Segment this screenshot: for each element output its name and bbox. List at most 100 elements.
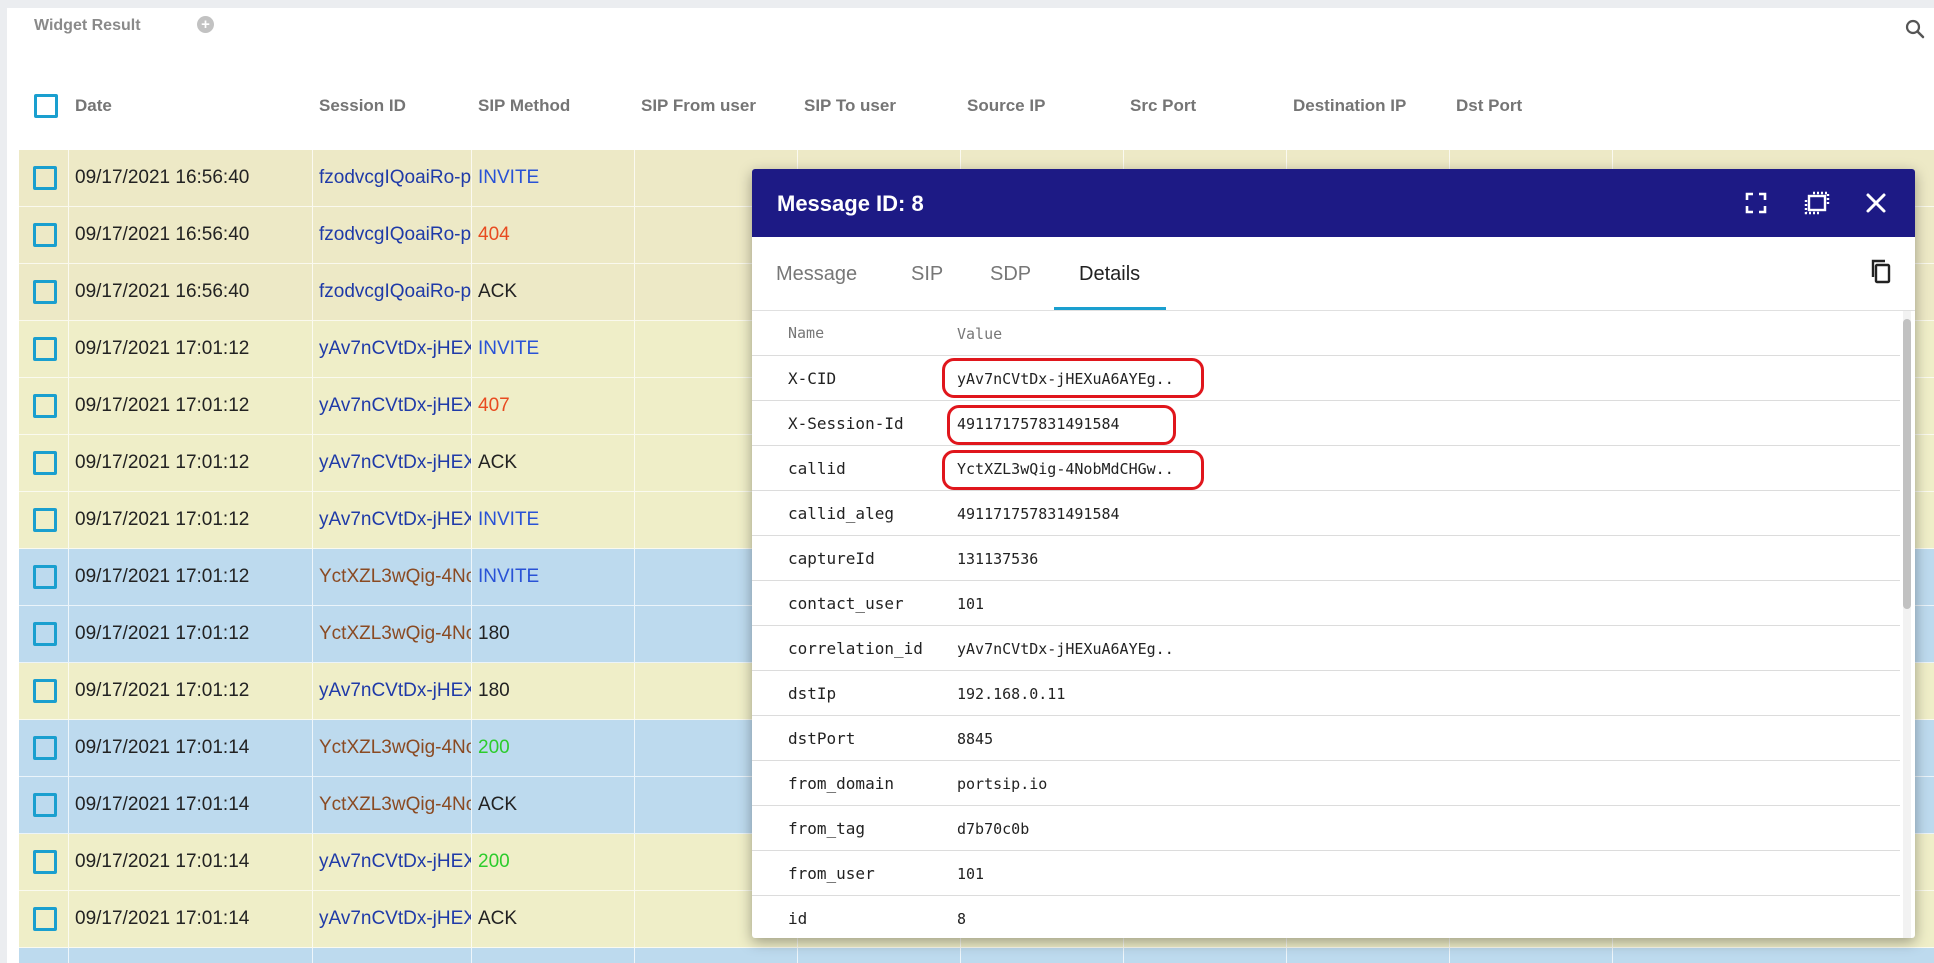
highlight-circle [942, 358, 1204, 398]
detail-value[interactable]: portsip.io [957, 775, 1047, 793]
row-checkbox[interactable] [33, 337, 57, 361]
detail-value[interactable]: 8 [957, 910, 966, 928]
session-id-cell: yAv7nCVtDx-jHEXuA( [313, 492, 472, 548]
destination-ip-cell: 0.0.0.0 [1287, 948, 1450, 963]
details-row: contact_user 101 [752, 581, 1900, 626]
session-id-cell: yAv7nCVtDx-jHEXuA( [313, 834, 472, 890]
column-header-destination-ip[interactable]: Destination IP [1293, 96, 1406, 116]
details-row: from_user 101 [752, 851, 1900, 896]
details-name-header: Name [788, 324, 825, 342]
detail-value[interactable]: 8845 [957, 730, 993, 748]
detail-value[interactable]: 192.168.0.11 [957, 685, 1065, 703]
highlight-circle [942, 450, 1204, 490]
restore-window-icon[interactable] [1802, 189, 1830, 217]
row-checkbox[interactable] [33, 622, 57, 646]
tab-sdp[interactable]: SDP [990, 263, 1031, 286]
add-icon[interactable]: + [197, 16, 214, 33]
search-icon[interactable] [1904, 18, 1926, 40]
detail-name: dstPort [788, 729, 856, 748]
date-cell: 09/17/2021 16:56:40 [69, 207, 313, 263]
detail-name: contact_user [788, 594, 904, 613]
tab-message[interactable]: Message [776, 263, 857, 286]
detail-name: dstIp [788, 684, 837, 703]
sip-method-cell: INVITE [472, 492, 635, 548]
sip-method-cell: 180 [472, 663, 635, 719]
widget-panel: Widget Result + Date Session ID SIP Meth… [7, 8, 1934, 963]
session-id-cell: fzodvcgIQoaiRo-pZX! [313, 207, 472, 263]
detail-value[interactable]: 491171757831491584 [957, 505, 1120, 523]
sip-method-cell: 407 [472, 378, 635, 434]
details-header-row: Name Value [752, 311, 1900, 356]
row-checkbox[interactable] [33, 850, 57, 874]
date-cell: 09/17/2021 17:01:14 [69, 891, 313, 947]
detail-name: callid_aleg [788, 504, 894, 523]
date-cell: 09/17/2021 16:56:40 [69, 264, 313, 320]
session-id-cell: yAv7nCVtDx-jHEXuA( [313, 435, 472, 491]
detail-value[interactable]: 101 [957, 865, 984, 883]
copy-icon[interactable] [1867, 257, 1895, 285]
sip-method-cell: ACK [472, 777, 635, 833]
column-header-src-port[interactable]: Src Port [1130, 96, 1196, 116]
scrollbar-thumb[interactable] [1903, 319, 1911, 609]
date-cell: 09/17/2021 17:01:12 [69, 663, 313, 719]
row-checkbox[interactable] [33, 280, 57, 304]
session-id-cell: YctXZL3wQig-4NobN [313, 549, 472, 605]
widget-title: Widget Result [34, 17, 141, 34]
column-header-date[interactable]: Date [75, 96, 112, 116]
details-row: correlation_id yAv7nCVtDx-jHEXuA6AYEg.. [752, 626, 1900, 671]
row-checkbox[interactable] [33, 508, 57, 532]
highlight-circle [947, 405, 1176, 445]
select-all-checkbox[interactable] [34, 94, 58, 118]
row-checkbox[interactable] [33, 736, 57, 760]
details-table: Name Value X-CID yAv7nCVtDx-jHEXuA6AYEg..… [752, 311, 1900, 938]
detail-name: from_tag [788, 819, 866, 838]
row-checkbox[interactable] [33, 565, 57, 589]
sip-method-cell: ACK [472, 264, 635, 320]
row-checkbox[interactable] [33, 451, 57, 475]
detail-value[interactable]: 131137536 [957, 550, 1038, 568]
details-row: from_domain portsip.io [752, 761, 1900, 806]
detail-value[interactable]: d7b70c0b [957, 820, 1029, 838]
sip-method-cell: ACK [472, 891, 635, 947]
details-row: dstPort 8845 [752, 716, 1900, 761]
row-checkbox[interactable] [33, 394, 57, 418]
date-cell: 09/17/2021 17:01:12 [69, 378, 313, 434]
row-checkbox[interactable] [33, 679, 57, 703]
column-header-sip-from-user[interactable]: SIP From user [641, 96, 756, 116]
close-icon[interactable] [1862, 189, 1890, 217]
row-checkbox[interactable] [33, 793, 57, 817]
src-port-cell: 8845 [1124, 948, 1287, 963]
sip-method-cell: 200 [472, 720, 635, 776]
sip-method-cell: INVITE [472, 948, 635, 963]
session-id-cell: yAv7nCVtDx-jHEXuA( [313, 663, 472, 719]
tab-details[interactable]: Details [1079, 263, 1140, 286]
detail-name: correlation_id [788, 639, 923, 658]
column-header-source-ip[interactable]: Source IP [967, 96, 1045, 116]
active-tab-indicator [1054, 307, 1166, 310]
fullscreen-icon[interactable] [1742, 189, 1770, 217]
date-cell: 09/17/2021 17:01:12 [69, 606, 313, 662]
column-header-session-id[interactable]: Session ID [319, 96, 406, 116]
session-id-cell: YctXZL3wQig-4NobN [313, 720, 472, 776]
row-checkbox[interactable] [33, 223, 57, 247]
details-row: dstIp 192.168.0.11 [752, 671, 1900, 716]
tab-sip[interactable]: SIP [911, 263, 943, 286]
session-id-cell: yAv7nCVtDx-jHEXuA( [313, 378, 472, 434]
sip-from-user-cell: 102 [635, 948, 798, 963]
session-id-cell: YctXZL3wQig-4NobN [313, 606, 472, 662]
details-row: X-CID yAv7nCVtDx-jHEXuA6AYEg.. [752, 356, 1900, 401]
date-cell: 09/17/2021 17:01:12 [69, 435, 313, 491]
modal-header: Message ID: 8 [752, 169, 1915, 237]
detail-value[interactable]: 101 [957, 595, 984, 613]
detail-value[interactable]: yAv7nCVtDx-jHEXuA6AYEg.. [957, 640, 1174, 658]
column-header-sip-method[interactable]: SIP Method [478, 96, 570, 116]
row-checkbox[interactable] [33, 907, 57, 931]
grid-header: Date Session ID SIP Method SIP From user… [19, 63, 1934, 150]
modal-title: Message ID: 8 [777, 191, 924, 216]
column-header-dst-port[interactable]: Dst Port [1456, 96, 1522, 116]
column-header-sip-to-user[interactable]: SIP To user [804, 96, 896, 116]
detail-name: captureId [788, 549, 875, 568]
table-row[interactable]: 09/17/2021 17:01:14YctXZL3wQig-4NobNINVI… [19, 948, 1934, 963]
row-checkbox[interactable] [33, 166, 57, 190]
date-cell: 09/17/2021 17:01:14 [69, 777, 313, 833]
